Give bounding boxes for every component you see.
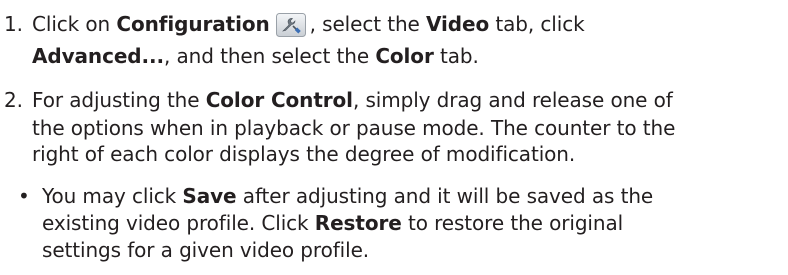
bullet-text: after adjusting and it will be saved as … <box>236 184 654 208</box>
step-text: tab. <box>433 44 479 68</box>
advanced-label: Advanced... <box>32 44 164 68</box>
step-text: , and then select the <box>164 44 376 68</box>
step-text: , simply drag and release one of <box>352 88 673 112</box>
bullet-text: You may click <box>42 184 183 208</box>
color-control-label: Color Control <box>205 88 353 112</box>
configuration-label: Configuration <box>116 12 270 36</box>
color-tab-label: Color <box>375 44 434 68</box>
step-text: For adjusting the <box>32 88 206 112</box>
save-label: Save <box>182 184 237 208</box>
bullet-text: existing video profile. Click <box>42 211 315 235</box>
step-1-line-2: Advanced..., and then select the Color t… <box>32 44 479 68</box>
step-text: tab, click <box>489 12 585 36</box>
bullet-line-3: settings for a given video profile. <box>42 238 370 262</box>
instruction-document: 1. Click on Configuration , select the V… <box>0 0 788 275</box>
step-number: 1. <box>4 12 23 36</box>
video-tab-label: Video <box>426 12 490 36</box>
bullet-line-2: existing video profile. Click Restore to… <box>42 211 623 235</box>
bullet-mark: • <box>18 184 30 208</box>
restore-label: Restore <box>314 211 402 235</box>
step-number: 2. <box>4 88 23 112</box>
step-2-line-2: the options when in playback or pause mo… <box>32 116 676 140</box>
bullet-text: to restore the original <box>401 211 624 235</box>
configuration-icon <box>275 13 306 37</box>
step-2-line-3: right of each color displays the degree … <box>32 142 576 166</box>
step-text: Click on <box>32 12 117 36</box>
step-text: , select the <box>309 12 427 36</box>
